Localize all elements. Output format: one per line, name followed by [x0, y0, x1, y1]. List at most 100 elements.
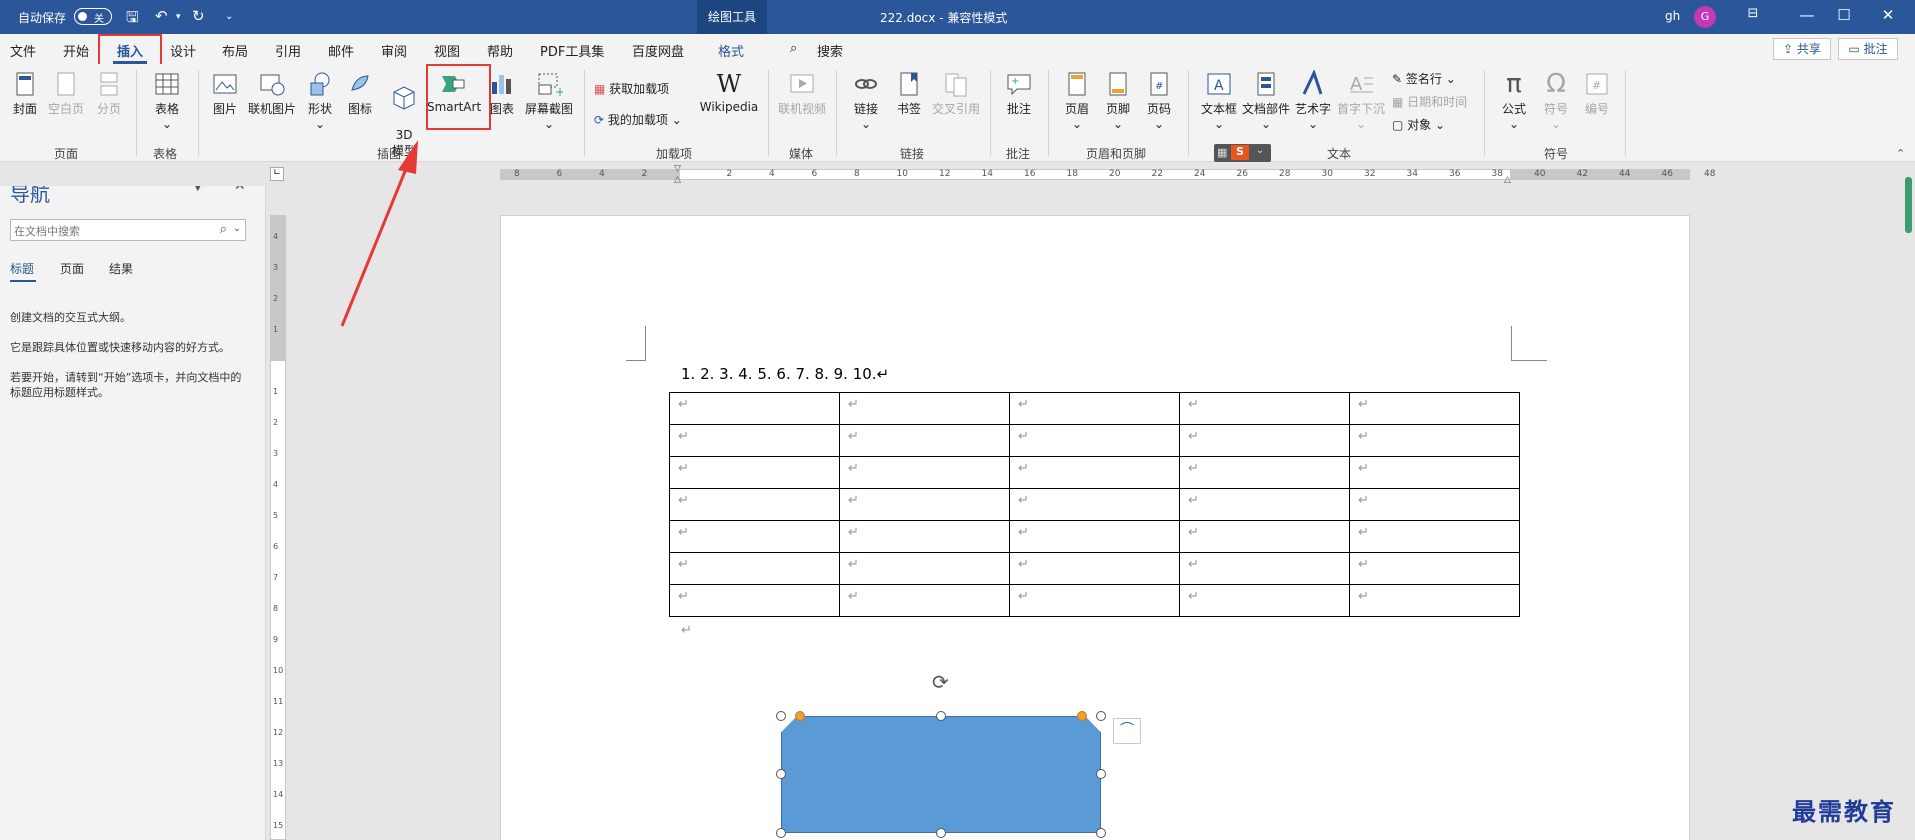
indent-marker-icon[interactable]: △ — [674, 175, 681, 185]
nav-tab-headings[interactable]: 标题 — [10, 260, 34, 277]
table-cell[interactable]: ↵ — [669, 552, 840, 585]
tab-format[interactable]: 格式 — [718, 41, 744, 60]
date-time-button[interactable]: ▦ 日期和时间 — [1392, 93, 1467, 110]
table-cell[interactable]: ↵ — [1009, 520, 1180, 553]
tab-mailings[interactable]: 邮件 — [328, 41, 354, 60]
collapse-ribbon-icon[interactable]: ⌃ — [1896, 147, 1905, 160]
tab-help[interactable]: 帮助 — [487, 41, 513, 60]
number-button[interactable]: # 编号 — [1580, 70, 1614, 117]
avatar[interactable]: G — [1694, 6, 1716, 28]
table-row[interactable]: ↵ ↵ ↵ ↵ ↵ — [669, 520, 1520, 553]
vertical-scrollbar[interactable] — [1902, 162, 1915, 840]
table-row[interactable]: ↵ ↵ ↵ ↵ ↵ — [669, 552, 1520, 585]
table-row[interactable]: ↵ ↵ ↵ ↵ ↵ — [669, 488, 1520, 521]
table-cell[interactable]: ↵ — [669, 392, 840, 425]
table-cell[interactable]: ↵ — [1009, 552, 1180, 585]
table-cell[interactable]: ↵ — [669, 520, 840, 553]
right-indent-marker-icon[interactable]: △ — [1504, 175, 1511, 185]
snip-corner-rectangle-shape[interactable] — [781, 716, 1101, 833]
table-cell[interactable]: ↵ — [1349, 520, 1520, 553]
undo-icon[interactable]: ↶ — [155, 7, 168, 25]
resize-handle[interactable] — [1096, 711, 1106, 721]
page-break-button[interactable]: 分页 — [92, 70, 126, 117]
textbox-button[interactable]: A 文本框 ⌄ — [1200, 70, 1238, 131]
share-button[interactable]: ⇪ 共享 — [1773, 38, 1831, 60]
table-cell[interactable]: ↵ — [839, 520, 1010, 553]
save-icon[interactable]: 🖫 — [126, 7, 139, 32]
customize-toolbar-icon[interactable]: ⌄ — [225, 11, 233, 22]
table-cell[interactable]: ↵ — [1179, 520, 1350, 553]
nav-search-box[interactable]: 在文档中搜索 ⌕ ⌄ — [10, 219, 246, 241]
blank-page-button[interactable]: 空白页 — [46, 70, 86, 117]
table-cell[interactable]: ↵ — [839, 488, 1010, 521]
table-cell[interactable]: ↵ — [669, 424, 840, 457]
table-cell[interactable]: ↵ — [1179, 488, 1350, 521]
tab-view[interactable]: 视图 — [434, 41, 460, 60]
table-row[interactable]: ↵ ↵ ↵ ↵ ↵ — [669, 392, 1520, 425]
table-cell[interactable]: ↵ — [1179, 552, 1350, 585]
quick-parts-button[interactable]: 文档部件 ⌄ — [1241, 70, 1291, 131]
tab-file[interactable]: 文件 — [10, 41, 36, 60]
signature-line-button[interactable]: ✎ 签名行 ⌄ — [1392, 70, 1456, 87]
close-icon[interactable]: ✕ — [1878, 6, 1898, 24]
numbered-list-line[interactable]: 1. 2. 3. 4. 5. 6. 7. 8. 9. 10.↵ — [681, 365, 889, 383]
link-button[interactable]: 链接 ⌄ — [850, 70, 882, 131]
table-cell[interactable]: ↵ — [1179, 424, 1350, 457]
nav-tab-pages[interactable]: 页面 — [60, 260, 84, 277]
tab-pdf-tools[interactable]: PDF工具集 — [540, 41, 604, 60]
tab-home[interactable]: 开始 — [63, 41, 89, 60]
table-cell[interactable]: ↵ — [1179, 584, 1350, 617]
table-row[interactable]: ↵ ↵ ↵ ↵ ↵ — [669, 456, 1520, 489]
document-page[interactable]: 1. 2. 3. 4. 5. 6. 7. 8. 9. 10.↵ ↵ ↵ ↵ ↵ ↵ ↵ ↵ ↵… — [500, 215, 1690, 840]
document-table[interactable]: ↵ ↵ ↵ ↵ ↵ ↵ ↵ ↵ ↵ ↵ ↵ ↵ ↵ ↵ ↵ ↵ ↵ ↵ ↵ ↵ ↵ ↵ ↵ ↵ ↵ ↵ ↵ ↵ ↵ ↵ ↵ ↵ ↵ ↵ ↵ — [669, 392, 1520, 617]
table-button[interactable]: 表格 ⌄ — [150, 70, 184, 131]
online-video-button[interactable]: 联机视频 — [776, 70, 828, 117]
get-addins-button[interactable]: ▦ 获取加载项 — [594, 80, 669, 97]
adjust-handle[interactable] — [1077, 711, 1087, 721]
ime-toolbar[interactable]: ▦ S ⌄ — [1214, 144, 1271, 162]
my-addins-button[interactable]: ⟳ 我的加载项 ⌄ — [594, 111, 682, 128]
comments-button[interactable]: ▭ 批注 — [1838, 38, 1898, 60]
symbol-button[interactable]: Ω 符号 ⌄ — [1539, 70, 1573, 131]
nav-tab-results[interactable]: 结果 — [109, 260, 133, 277]
icons-button[interactable]: 图标 — [343, 70, 377, 117]
table-cell[interactable]: ↵ — [1009, 424, 1180, 457]
rotate-handle-icon[interactable]: ⟳ — [932, 670, 949, 694]
tab-selector[interactable]: ∟ — [270, 167, 284, 181]
search-icon[interactable]: ⌕ — [220, 222, 227, 237]
wordart-button[interactable]: 艺术字 ⌄ — [1293, 70, 1333, 131]
cover-page-button[interactable]: 封面 — [10, 70, 40, 117]
footer-button[interactable]: 页脚 ⌄ — [1102, 70, 1134, 131]
resize-handle[interactable] — [936, 711, 946, 721]
search-label[interactable]: 搜索 — [817, 41, 843, 60]
autosave-toggle[interactable]: 关 — [74, 8, 112, 25]
layout-options-button[interactable]: ⌒ — [1113, 718, 1141, 744]
search-icon[interactable]: ⌕ — [790, 41, 797, 56]
table-cell[interactable]: ↵ — [669, 584, 840, 617]
table-cell[interactable]: ↵ — [839, 456, 1010, 489]
tab-design[interactable]: 设计 — [170, 41, 196, 60]
table-cell[interactable]: ↵ — [1349, 392, 1520, 425]
header-button[interactable]: 页眉 ⌄ — [1061, 70, 1093, 131]
table-cell[interactable]: ↵ — [1349, 584, 1520, 617]
adjust-handle[interactable] — [795, 711, 805, 721]
resize-handle[interactable] — [1096, 828, 1106, 838]
table-cell[interactable]: ↵ — [1009, 584, 1180, 617]
tab-baidu-netdisk[interactable]: 百度网盘 — [632, 41, 684, 60]
maximize-icon[interactable]: ☐ — [1834, 6, 1854, 24]
new-comment-button[interactable]: + 批注 — [1002, 70, 1036, 117]
indent-marker-icon[interactable]: ▽ — [674, 164, 681, 174]
resize-handle[interactable] — [1096, 769, 1106, 779]
table-cell[interactable]: ↵ — [669, 456, 840, 489]
table-cell[interactable]: ↵ — [1009, 456, 1180, 489]
tab-review[interactable]: 审阅 — [381, 41, 407, 60]
cross-reference-button[interactable]: 交叉引用 — [930, 70, 982, 117]
wikipedia-button[interactable]: W Wikipedia — [698, 70, 760, 114]
scrollbar-thumb[interactable] — [1905, 177, 1912, 233]
picture-button[interactable]: 图片 — [208, 70, 242, 117]
redo-icon[interactable]: ↻ — [192, 7, 205, 25]
table-cell[interactable]: ↵ — [1349, 424, 1520, 457]
chart-button[interactable]: 图表 — [487, 70, 517, 117]
resize-handle[interactable] — [936, 828, 946, 838]
table-cell[interactable]: ↵ — [839, 552, 1010, 585]
